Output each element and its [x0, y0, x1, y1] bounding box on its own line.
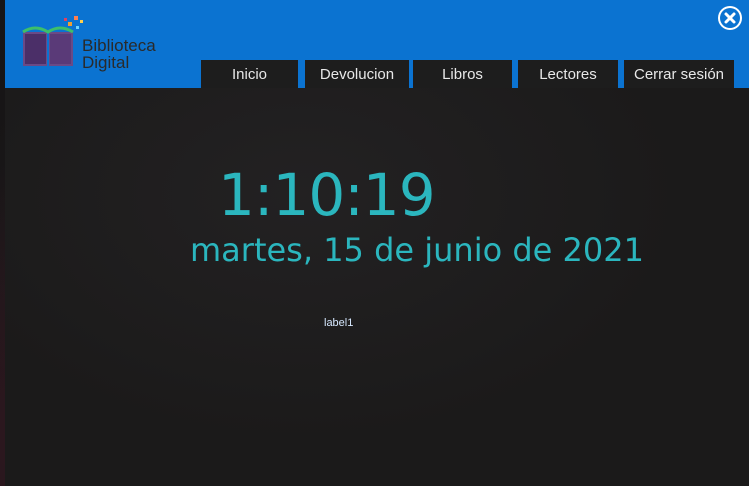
nav-libros[interactable]: Libros [413, 60, 512, 88]
clock-date: martes, 15 de junio de 2021 [190, 231, 644, 269]
logo-line-1: Biblioteca [82, 36, 156, 55]
logo-line-2: Digital [82, 53, 130, 72]
nav-devolucion[interactable]: Devolucion [305, 60, 409, 88]
app-logo: Biblioteca Digital [20, 10, 200, 80]
nav-cerrar-sesion[interactable]: Cerrar sesión [624, 60, 734, 88]
book-logo-icon [22, 16, 83, 66]
clock-time: 1:10:19 [218, 161, 436, 229]
nav-lectores[interactable]: Lectores [518, 60, 618, 88]
status-label: label1 [324, 317, 354, 329]
nav-inicio[interactable]: Inicio [201, 60, 298, 88]
close-button[interactable] [718, 6, 742, 30]
close-icon [720, 8, 740, 28]
logo-text: Biblioteca Digital [82, 37, 156, 71]
